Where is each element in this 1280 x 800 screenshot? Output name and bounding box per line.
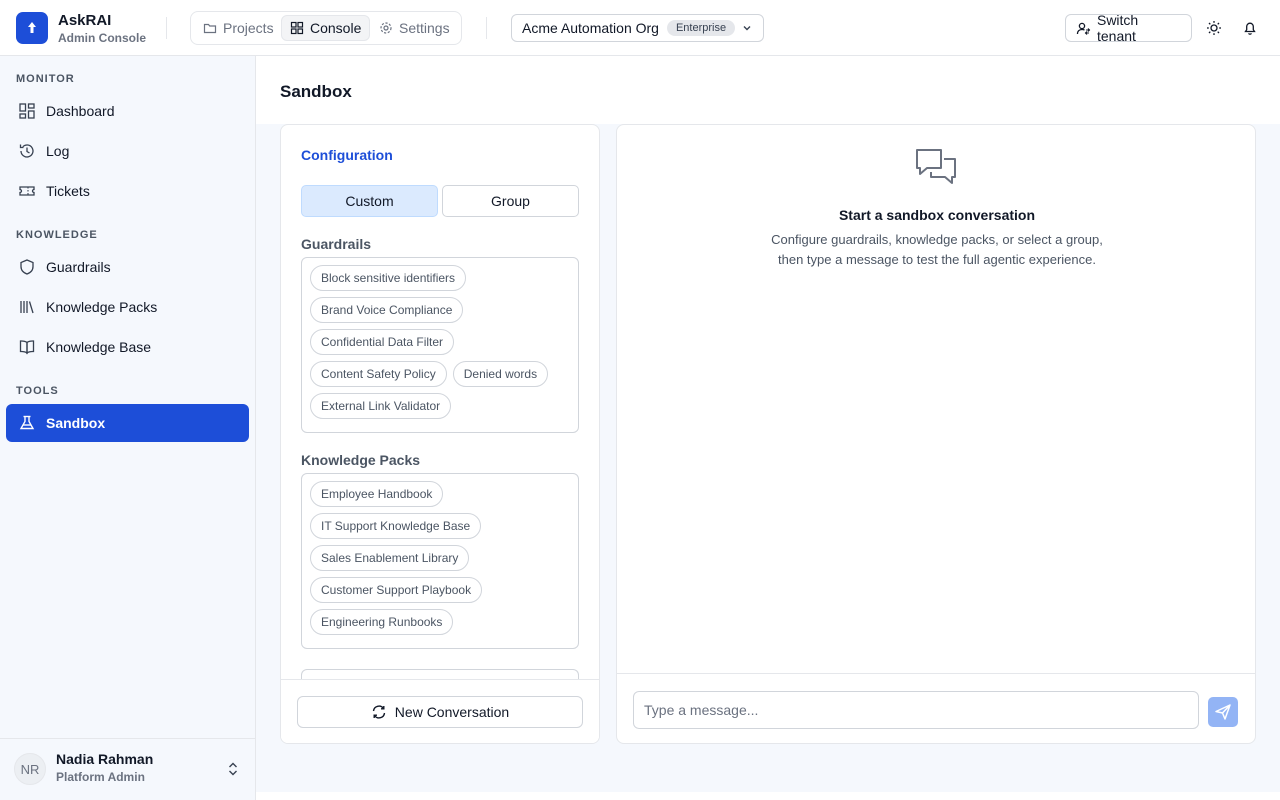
sidebar-item-dashboard[interactable]: Dashboard bbox=[6, 92, 249, 130]
switch-tenant-button[interactable]: Switch tenant bbox=[1065, 12, 1192, 44]
page-header: Sandbox bbox=[256, 56, 1280, 124]
user-role: Platform Admin bbox=[56, 770, 145, 784]
book-icon bbox=[19, 340, 35, 355]
nav-projects-label: Projects bbox=[223, 20, 274, 36]
brand-name: AskRAI bbox=[58, 12, 112, 29]
nav-projects[interactable]: Projects bbox=[195, 15, 282, 41]
sidebar-item-label: Log bbox=[46, 143, 70, 159]
folder-icon bbox=[203, 23, 217, 34]
sidebar-item-label: Guardrails bbox=[46, 259, 111, 275]
guardrail-chip[interactable]: Confidential Data Filter bbox=[310, 329, 455, 355]
chat-composer bbox=[617, 673, 1255, 743]
shield-icon bbox=[20, 259, 34, 275]
guardrail-chip[interactable]: External Link Validator bbox=[310, 393, 452, 419]
org-name: Acme Automation Org bbox=[522, 20, 659, 36]
top-nav: Projects Console Settings bbox=[190, 11, 462, 45]
new-conversation-label: New Conversation bbox=[394, 704, 510, 720]
sidebar-item-label: Dashboard bbox=[46, 103, 115, 119]
configuration-title: Configuration bbox=[301, 147, 393, 163]
switch-tenant-label: Switch tenant bbox=[1096, 12, 1139, 44]
knowledge-pack-chip[interactable]: Customer Support Playbook bbox=[310, 577, 483, 603]
brand-logo[interactable] bbox=[16, 12, 48, 44]
nav-console-label: Console bbox=[310, 20, 362, 36]
empty-state-line: Configure guardrails, knowledge packs, o… bbox=[771, 232, 1103, 247]
sidebar-item-tickets[interactable]: Tickets bbox=[6, 172, 249, 210]
nav-settings[interactable]: Settings bbox=[371, 15, 458, 41]
refresh-icon bbox=[372, 705, 385, 719]
knowledge-pack-chip[interactable]: Sales Enablement Library bbox=[310, 545, 470, 571]
guardrail-chip[interactable]: Denied words bbox=[452, 361, 549, 387]
empty-state-title: Start a sandbox conversation bbox=[838, 207, 1036, 223]
sun-icon bbox=[1207, 21, 1221, 35]
sidebar-item-knowledge-base[interactable]: Knowledge Base bbox=[6, 328, 249, 366]
knowledge-pack-chip[interactable]: Engineering Runbooks bbox=[310, 609, 454, 635]
avatar: NR bbox=[14, 753, 46, 785]
divider bbox=[166, 17, 167, 39]
chat-bubbles-icon bbox=[916, 149, 956, 184]
empty-state-description: Configure guardrails, knowledge packs, o… bbox=[757, 230, 1117, 270]
sidebar-item-log[interactable]: Log bbox=[6, 132, 249, 170]
sidebar-item-knowledge-packs[interactable]: Knowledge Packs bbox=[6, 288, 249, 326]
mode-group-button[interactable]: Group bbox=[442, 185, 579, 217]
ticket-icon bbox=[19, 186, 35, 196]
configuration-footer: New Conversation bbox=[281, 679, 599, 743]
page-title: Sandbox bbox=[280, 82, 352, 101]
brand-subtitle: Admin Console bbox=[58, 31, 147, 45]
knowledge-packs-title: Knowledge Packs bbox=[301, 452, 421, 468]
plan-badge: Enterprise bbox=[666, 20, 736, 36]
sidebar-item-sandbox[interactable]: Sandbox bbox=[6, 404, 249, 442]
guardrail-chip[interactable]: Content Safety Policy bbox=[310, 361, 447, 387]
knowledge-pack-chip[interactable]: Employee Handbook bbox=[310, 481, 444, 507]
main-content: Sandbox Configuration Custom Group Guard… bbox=[256, 56, 1280, 792]
sidebar-item-label: Tickets bbox=[46, 183, 90, 199]
section-label-tools: TOOLS bbox=[16, 385, 59, 397]
message-input[interactable] bbox=[633, 691, 1199, 729]
user-name: Nadia Rahman bbox=[56, 751, 154, 767]
chevron-down-icon bbox=[743, 26, 751, 31]
guardrails-list[interactable]: Block sensitive identifiers Brand Voice … bbox=[301, 257, 579, 433]
send-icon bbox=[1215, 704, 1231, 720]
send-button[interactable] bbox=[1208, 697, 1238, 727]
mode-custom-button[interactable]: Custom bbox=[301, 185, 438, 217]
grid-icon bbox=[290, 21, 304, 35]
nav-settings-label: Settings bbox=[399, 20, 450, 36]
history-icon bbox=[19, 144, 34, 158]
gear-icon bbox=[380, 22, 392, 34]
section-label-monitor: MONITOR bbox=[16, 73, 75, 85]
theme-toggle-button[interactable] bbox=[1204, 18, 1224, 38]
user-switch-icon bbox=[1076, 22, 1091, 35]
knowledge-pack-chip[interactable]: IT Support Knowledge Base bbox=[310, 513, 482, 539]
flask-icon bbox=[19, 415, 35, 430]
nav-console[interactable]: Console bbox=[281, 15, 371, 41]
logo-icon bbox=[28, 22, 36, 33]
bell-icon bbox=[1244, 22, 1256, 35]
dashboard-icon bbox=[19, 103, 35, 119]
library-icon bbox=[20, 301, 34, 314]
sidebar-item-label: Knowledge Base bbox=[46, 339, 152, 355]
sidebar: MONITOR Dashboard Log Tickets KNOWLEDGE … bbox=[0, 56, 256, 800]
top-bar: AskRAI Admin Console Projects Console Se… bbox=[0, 0, 1280, 56]
section-label-knowledge: KNOWLEDGE bbox=[16, 229, 98, 241]
empty-state-line: then type a message to test the full age… bbox=[778, 252, 1096, 267]
notifications-button[interactable] bbox=[1240, 18, 1260, 38]
sidebar-item-label: Knowledge Packs bbox=[46, 299, 158, 315]
org-selector[interactable]: Acme Automation Org Enterprise bbox=[511, 14, 764, 42]
guardrail-chip[interactable]: Block sensitive identifiers bbox=[310, 265, 467, 291]
new-conversation-button[interactable]: New Conversation bbox=[297, 696, 583, 728]
configuration-panel: Configuration Custom Group Guardrails Bl… bbox=[280, 124, 600, 744]
sidebar-item-guardrails[interactable]: Guardrails bbox=[6, 248, 249, 286]
guardrail-chip[interactable]: Brand Voice Compliance bbox=[310, 297, 464, 323]
user-menu[interactable]: NR Nadia Rahman Platform Admin bbox=[0, 738, 256, 800]
sidebar-item-label: Sandbox bbox=[46, 415, 106, 431]
chat-panel: Start a sandbox conversation Configure g… bbox=[616, 124, 1256, 744]
knowledge-packs-list[interactable]: Employee Handbook IT Support Knowledge B… bbox=[301, 473, 579, 649]
divider bbox=[486, 17, 487, 39]
chevron-up-down-icon bbox=[229, 762, 237, 776]
guardrails-title: Guardrails bbox=[301, 236, 372, 252]
